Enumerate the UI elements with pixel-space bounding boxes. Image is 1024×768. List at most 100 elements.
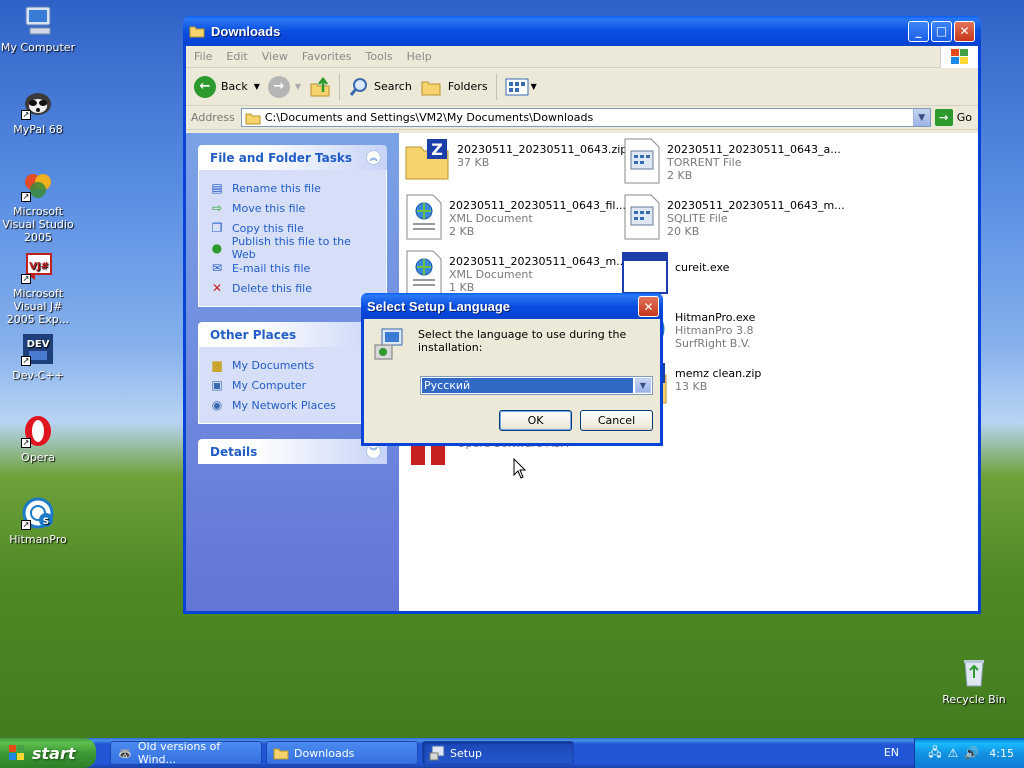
place-my-network-places[interactable]: ◉ My Network Places bbox=[209, 395, 376, 415]
place-my-documents[interactable]: ▆ My Documents bbox=[209, 355, 376, 375]
menu-edit[interactable]: Edit bbox=[226, 50, 247, 63]
desktop-icon-visual-jsharp[interactable]: VJ# ↗ Microsoft Visual J# 2005 Exp... bbox=[0, 250, 78, 326]
collapse-chevron-icon[interactable]: ︽ bbox=[366, 150, 381, 165]
file-item[interactable]: Z 20230511_20230511_0643.zip 37 KB bbox=[403, 137, 627, 189]
taskbar-button-downloads[interactable]: Downloads bbox=[266, 741, 418, 765]
go-label: Go bbox=[956, 111, 972, 124]
panel-header[interactable]: Details ︾ bbox=[198, 439, 387, 464]
desktop-icon-dev-cpp[interactable]: DEV ↗ Dev-C++ bbox=[0, 332, 78, 382]
file-icon bbox=[621, 137, 661, 185]
dropdown-arrow-icon[interactable]: ▼ bbox=[295, 82, 301, 91]
taskbar-button-setup[interactable]: Setup bbox=[422, 741, 574, 765]
tray-speaker-icon[interactable]: 🔊 bbox=[964, 746, 979, 760]
menu-file[interactable]: File bbox=[194, 50, 212, 63]
task-label: Copy this file bbox=[232, 221, 304, 235]
language-dropdown-button[interactable]: ▼ bbox=[635, 378, 651, 393]
my-computer-icon: ▣ bbox=[211, 378, 223, 392]
hitmanpro-icon: S ↗ bbox=[21, 496, 55, 530]
dialog-titlebar[interactable]: Select Setup Language ✕ bbox=[361, 293, 663, 319]
menu-bar: File Edit View Favorites Tools Help bbox=[186, 46, 978, 68]
close-button[interactable]: ✕ bbox=[954, 20, 975, 42]
chevron-down-icon: ▼ bbox=[639, 381, 647, 390]
file-item[interactable]: 20230511_20230511_0643_m... SQLITE File 20… bbox=[621, 193, 845, 245]
dialog-title: Select Setup Language bbox=[367, 298, 511, 314]
menu-view[interactable]: View bbox=[262, 50, 288, 63]
expand-chevron-icon[interactable]: ︾ bbox=[366, 444, 381, 459]
desktop-icon-opera[interactable]: ↗ Opera bbox=[0, 414, 78, 464]
my-computer-icon bbox=[21, 4, 55, 38]
taskbar-button-old-versions[interactable]: 🦝 Old versions of Wind... bbox=[110, 740, 262, 766]
language-select[interactable]: Русский ▼ bbox=[420, 376, 653, 395]
file-type: XML Document bbox=[449, 212, 533, 225]
window-titlebar[interactable]: Downloads _ □ ✕ bbox=[183, 16, 981, 46]
setup-installer-icon bbox=[374, 328, 403, 360]
tray-security-icon[interactable]: ⚠ bbox=[948, 746, 959, 760]
desktop-icon-hitmanpro[interactable]: S ↗ HitmanPro bbox=[0, 496, 78, 546]
windows-logo-icon bbox=[940, 46, 978, 68]
tray-network-icon[interactable]: 🖧 bbox=[928, 743, 941, 764]
task-email[interactable]: ✉ E-mail this file bbox=[209, 258, 376, 278]
minimize-button[interactable]: _ bbox=[908, 20, 929, 42]
windows-flag-icon bbox=[9, 745, 24, 760]
cancel-button[interactable]: Cancel bbox=[580, 410, 653, 431]
file-item[interactable]: 20230511_20230511_0643_a... TORRENT File 2… bbox=[621, 137, 841, 189]
task-publish[interactable]: ● Publish this file to the Web bbox=[209, 235, 376, 261]
desktop-icon-my-computer[interactable]: My Computer bbox=[0, 4, 78, 54]
task-rename[interactable]: ▤ Rename this file bbox=[209, 178, 376, 198]
clock[interactable]: 4:15 bbox=[989, 747, 1014, 760]
mouse-cursor-icon bbox=[513, 458, 527, 479]
desktop-icon-label: My Computer bbox=[0, 41, 76, 54]
browser-icon: 🦝 bbox=[118, 746, 132, 760]
go-button[interactable]: → Go bbox=[934, 109, 972, 126]
file-name: 20230511_20230511_0643_m... bbox=[449, 255, 627, 268]
dialog-message: Select the language to use during the in… bbox=[418, 328, 627, 354]
dialog-body: Select the language to use during the in… bbox=[364, 319, 660, 443]
svg-text:Z: Z bbox=[431, 140, 443, 159]
search-button[interactable]: Search bbox=[348, 76, 412, 98]
toolbar-separator bbox=[495, 73, 497, 100]
file-description: HitmanPro 3.8 bbox=[675, 324, 754, 337]
maximize-button[interactable]: □ bbox=[931, 20, 952, 42]
desktop-icon-recycle-bin[interactable]: Recycle Bin bbox=[934, 656, 1014, 706]
file-name: cureit.exe bbox=[675, 261, 730, 274]
dropdown-arrow-icon: ▼ bbox=[530, 82, 537, 91]
address-input[interactable]: C:\Documents and Settings\VM2\My Documen… bbox=[240, 108, 931, 127]
file-name: 20230511_20230511_0643_m... bbox=[667, 199, 845, 212]
panel-header[interactable]: File and Folder Tasks ︽ bbox=[198, 145, 387, 170]
panel-header[interactable]: Other Places bbox=[198, 322, 387, 347]
visual-jsharp-icon: VJ# ↗ bbox=[21, 250, 55, 284]
opera-icon: ↗ bbox=[21, 414, 55, 448]
up-folder-button[interactable] bbox=[309, 76, 331, 98]
folder-icon bbox=[189, 26, 205, 38]
desktop-icon-mypal[interactable]: ↗ MyPal 68 bbox=[0, 86, 78, 136]
task-label: Rename this file bbox=[232, 181, 321, 195]
task-delete[interactable]: ✕ Delete this file bbox=[209, 278, 376, 298]
menu-favorites[interactable]: Favorites bbox=[302, 50, 352, 63]
dialog-close-button[interactable]: ✕ bbox=[638, 296, 659, 317]
menu-help[interactable]: Help bbox=[407, 50, 432, 63]
ok-button[interactable]: OK bbox=[499, 410, 572, 431]
panel-title: Details bbox=[210, 444, 258, 459]
start-button[interactable]: start bbox=[0, 738, 96, 768]
address-dropdown-button[interactable]: ▼ bbox=[912, 109, 930, 126]
task-move[interactable]: ⇨ Move this file bbox=[209, 198, 376, 218]
file-item[interactable]: 20230511_20230511_0643_fil... XML Documen… bbox=[403, 193, 626, 245]
views-button[interactable]: ▼ bbox=[505, 77, 537, 97]
taskbar-button-label: Downloads bbox=[294, 746, 355, 760]
place-my-computer[interactable]: ▣ My Computer bbox=[209, 375, 376, 395]
shortcut-arrow-icon: ↗ bbox=[21, 356, 31, 366]
views-icon bbox=[505, 78, 529, 95]
place-label: My Computer bbox=[232, 378, 307, 392]
visual-studio-icon: ↗ bbox=[21, 168, 55, 202]
globe-icon: ● bbox=[211, 241, 223, 255]
language-indicator[interactable]: EN bbox=[884, 746, 899, 759]
copy-icon: ❐ bbox=[211, 221, 223, 235]
file-name: 20230511_20230511_0643_a... bbox=[667, 143, 841, 156]
forward-button[interactable]: → ▼ bbox=[267, 75, 301, 98]
folders-button[interactable]: Folders bbox=[420, 76, 488, 98]
dropdown-arrow-icon[interactable]: ▼ bbox=[254, 82, 260, 91]
back-button[interactable]: ← Back ▼ bbox=[194, 75, 260, 98]
menu-tools[interactable]: Tools bbox=[366, 50, 393, 63]
folder-icon bbox=[273, 748, 289, 760]
desktop-icon-visual-studio[interactable]: ↗ Microsoft Visual Studio 2005 bbox=[0, 168, 78, 244]
